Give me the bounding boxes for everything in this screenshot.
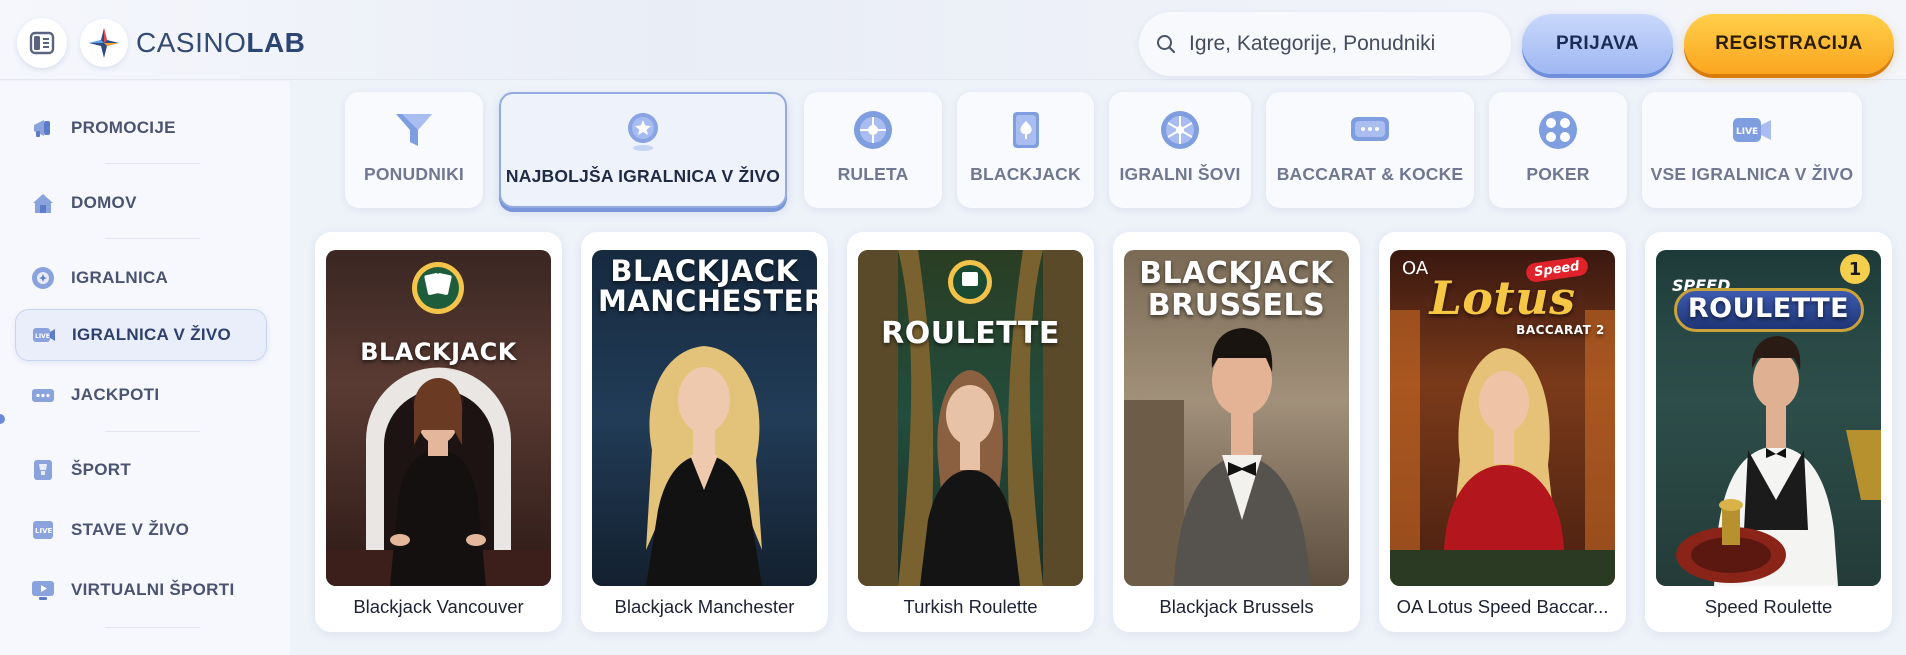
- game-thumbnail[interactable]: BLACKJACK MANCHESTER: [592, 250, 817, 586]
- sidebar-toggle-button[interactable]: [17, 18, 67, 68]
- live-icon: LIVE: [30, 321, 58, 349]
- game-title: Speed Roulette: [1704, 596, 1833, 617]
- game-thumbnail[interactable]: BLACKJACK BRUSSELS: [1124, 250, 1349, 586]
- thumbnail-subtitle: BACCARAT 2: [1516, 323, 1605, 337]
- game-card[interactable]: BLACKJACK Blackjack Vancouver: [315, 232, 562, 632]
- site-logo[interactable]: CASINOLAB: [80, 18, 305, 68]
- thumbnail-number: 1: [1840, 254, 1870, 284]
- wheel-icon: [1158, 108, 1202, 152]
- thumbnail-title: BLACKJACK: [360, 338, 517, 366]
- login-button[interactable]: PRIJAVA: [1522, 14, 1673, 74]
- game-card[interactable]: SPEED 1 ROULETTE Speed Roulette: [1645, 232, 1892, 632]
- thumbnail-title: BLACKJACK MANCHESTER: [598, 254, 817, 319]
- poker-icon: [1536, 108, 1580, 152]
- sidebar-item-jackpoti[interactable]: JACKPOTI: [15, 369, 267, 421]
- logo-text: CASINOLAB: [136, 27, 306, 58]
- filter-icon: [392, 108, 436, 152]
- logo-star-icon: [80, 19, 128, 67]
- game-card[interactable]: ROULETTE Turkish Roulette: [847, 232, 1094, 632]
- sidebar-item-sport[interactable]: ŠPORT: [15, 444, 267, 496]
- top-header: CASINOLAB Igre, Kategorije, Ponudniki PR…: [0, 0, 1906, 80]
- chip-icon: [29, 264, 57, 292]
- game-card[interactable]: OA Speed Lotus BACCARAT 2 OA Lotus Speed…: [1379, 232, 1626, 632]
- jackpot-icon: [29, 381, 57, 409]
- sidebar-item-igralnica[interactable]: IGRALNICA: [15, 252, 267, 304]
- thumbnail-title: BLACKJACK BRUSSELS: [1139, 256, 1334, 323]
- thumbnail-title: ROULETTE: [1687, 293, 1850, 324]
- sidebar-item-promocije[interactable]: PROMOCIJE: [15, 102, 267, 154]
- search-input[interactable]: Igre, Kategorije, Ponudniki: [1139, 12, 1511, 76]
- tab-vse-igralnica-v-zivo[interactable]: LIVE VSE IGRALNICA V ŽIVO: [1642, 92, 1862, 208]
- thumbnail-title: ROULETTE: [881, 316, 1060, 351]
- tab-ponudniki[interactable]: PONUDNIKI: [345, 92, 483, 208]
- sidebar-toggle-icon: [29, 31, 55, 55]
- search-icon: [1157, 35, 1176, 54]
- tab-poker[interactable]: POKER: [1489, 92, 1627, 208]
- tab-ruleta[interactable]: RULETA: [804, 92, 942, 208]
- active-indicator: [0, 414, 5, 424]
- trophy-icon: [29, 456, 57, 484]
- game-title: OA Lotus Speed Baccar...: [1396, 596, 1609, 617]
- monitor-icon: [29, 576, 57, 604]
- roulette-icon: [851, 108, 895, 152]
- search-placeholder: Igre, Kategorije, Ponudniki: [1189, 32, 1436, 55]
- baccarat-icon: [1348, 108, 1392, 152]
- register-button[interactable]: REGISTRACIJA: [1684, 14, 1894, 74]
- tab-baccarat-kocke[interactable]: BACCARAT & KOCKE: [1266, 92, 1474, 208]
- game-title: Blackjack Manchester: [614, 596, 795, 617]
- home-icon: [29, 189, 57, 217]
- game-title: Turkish Roulette: [903, 596, 1038, 617]
- live-bets-icon: LIVE: [29, 516, 57, 544]
- game-thumbnail[interactable]: BLACKJACK: [326, 250, 551, 586]
- megaphone-icon: [29, 114, 57, 142]
- tab-najboljsa-igralnica-v-zivo[interactable]: NAJBOLJŠA IGRALNICA V ŽIVO: [499, 92, 787, 208]
- thumbnail-title: Lotus: [1429, 271, 1576, 325]
- game-title: Blackjack Vancouver: [353, 596, 524, 617]
- sidebar: PROMOCIJE DOMOV IGRALNICA LIVE IGRALNICA…: [0, 81, 290, 655]
- star-medal-icon: [621, 110, 665, 154]
- game-thumbnail[interactable]: SPEED 1 ROULETTE: [1656, 250, 1881, 586]
- game-title: Blackjack Brussels: [1159, 596, 1314, 617]
- sidebar-item-igralnica-v-zivo[interactable]: LIVE IGRALNICA V ŽIVO: [15, 309, 267, 361]
- svg-text:LIVE: LIVE: [35, 333, 50, 340]
- card-icon: [1004, 108, 1048, 152]
- sidebar-item-domov[interactable]: DOMOV: [15, 177, 267, 229]
- svg-text:LIVE: LIVE: [35, 527, 52, 535]
- game-card[interactable]: BLACKJACK MANCHESTER Blackjack Mancheste…: [581, 232, 828, 632]
- game-thumbnail[interactable]: OA Speed Lotus BACCARAT 2: [1390, 250, 1615, 586]
- svg-text:LIVE: LIVE: [1736, 127, 1758, 137]
- sidebar-item-stave-v-zivo[interactable]: LIVE STAVE V ŽIVO: [15, 504, 267, 556]
- sidebar-item-virtualni-sporti[interactable]: VIRTUALNI ŠPORTI: [15, 564, 267, 616]
- game-thumbnail[interactable]: ROULETTE: [858, 250, 1083, 586]
- live-camera-icon: LIVE: [1730, 108, 1774, 152]
- tab-blackjack[interactable]: BLACKJACK: [957, 92, 1094, 208]
- game-card[interactable]: BLACKJACK BRUSSELS Blackjack Brussels: [1113, 232, 1360, 632]
- tab-igralni-sovi[interactable]: IGRALNI ŠOVI: [1109, 92, 1251, 208]
